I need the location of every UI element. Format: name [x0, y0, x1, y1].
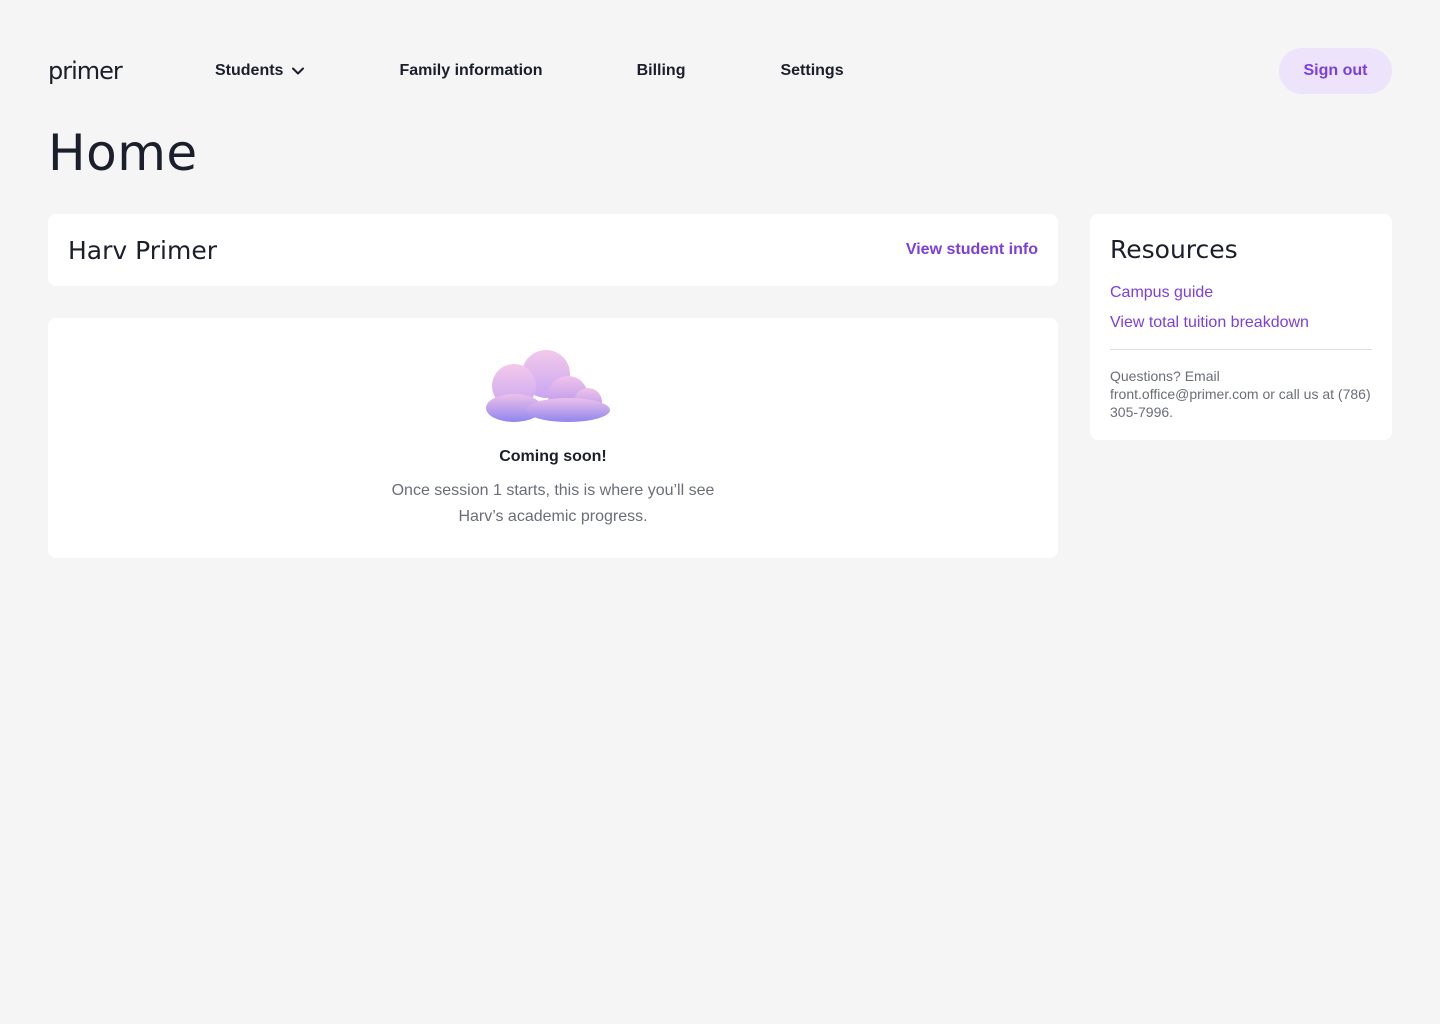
cloud-illustration: [484, 344, 614, 429]
chevron-down-icon: [291, 64, 305, 78]
campus-guide-link[interactable]: Campus guide: [1110, 283, 1372, 303]
coming-soon-heading: Coming soon!: [499, 448, 607, 465]
resources-title: Resources: [1110, 235, 1238, 264]
view-student-info-link[interactable]: View student info: [906, 241, 1038, 259]
divider: [1110, 349, 1372, 350]
top-navigation: primer Students Family information Billi…: [48, 48, 1392, 94]
nav-item-billing[interactable]: Billing: [637, 62, 686, 80]
nav-item-students[interactable]: Students: [215, 62, 305, 80]
nav-item-label: Students: [215, 62, 284, 79]
student-card: Harv Primer View student info: [48, 214, 1058, 286]
contact-info: Questions? Email front.office@primer.com…: [1110, 368, 1371, 420]
page-title: Home: [48, 124, 198, 182]
nav-item-settings[interactable]: Settings: [780, 62, 843, 80]
nav-item-label: Family information: [399, 62, 543, 79]
main-nav: Students Family information Billing Sett…: [215, 48, 844, 94]
nav-item-label: Billing: [636, 62, 686, 79]
student-name: Harv Primer: [68, 235, 218, 265]
tuition-breakdown-link[interactable]: View total tuition breakdown: [1110, 313, 1372, 333]
resources-card: Resources Campus guide View total tuitio…: [1090, 214, 1392, 440]
nav-item-family-information[interactable]: Family information: [399, 62, 542, 80]
nav-item-label: Settings: [780, 62, 844, 79]
primer-logo[interactable]: primer: [48, 48, 215, 94]
sign-out-button[interactable]: Sign out: [1279, 48, 1392, 94]
coming-soon-description: Once session 1 starts, this is where you…: [391, 482, 715, 525]
